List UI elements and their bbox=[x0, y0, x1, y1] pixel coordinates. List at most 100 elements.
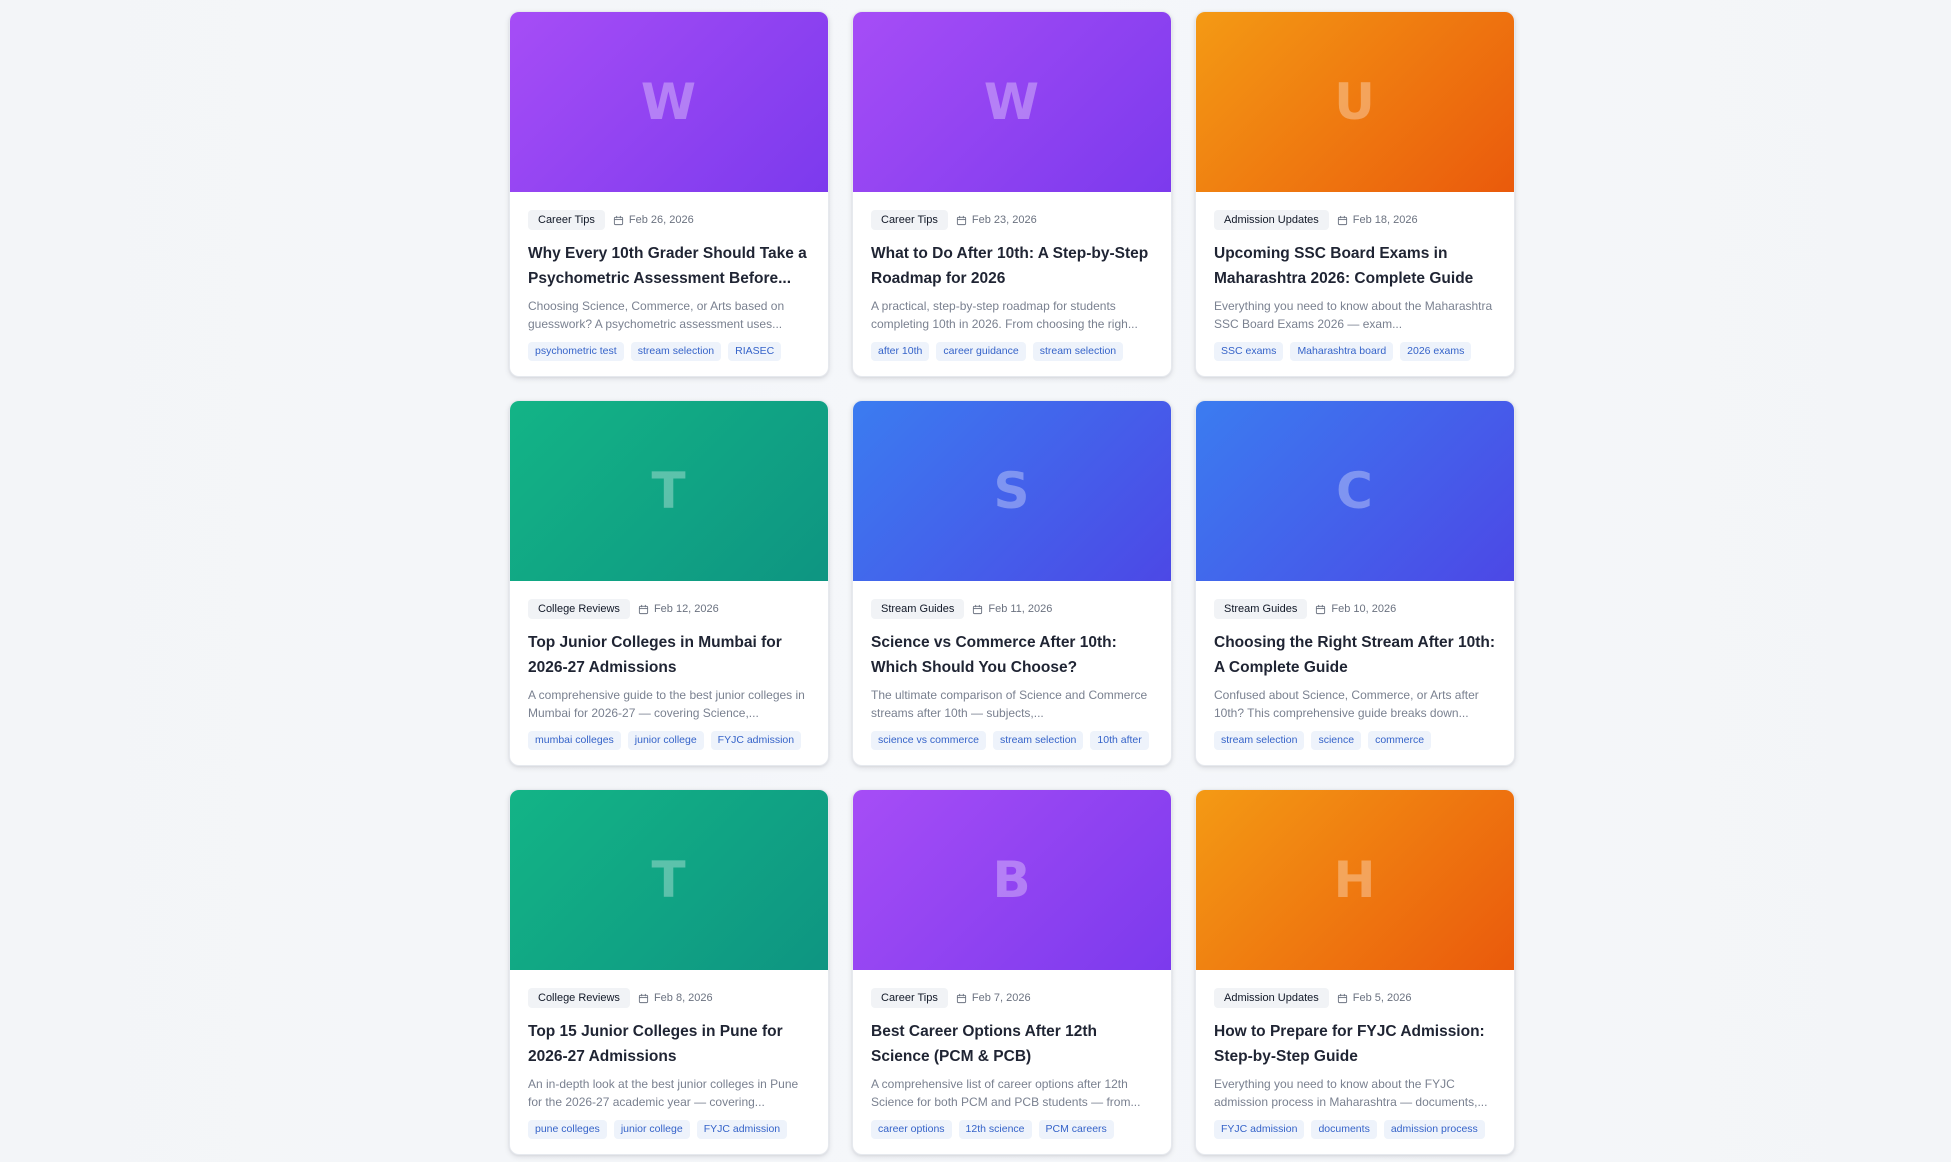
blog-post-card[interactable]: H Admission Updates Feb 5, 2026 How to P… bbox=[1195, 789, 1515, 1155]
post-thumbnail[interactable]: T bbox=[510, 401, 828, 581]
category-badge[interactable]: Stream Guides bbox=[871, 599, 965, 619]
post-title[interactable]: Best Career Options After 12th Science (… bbox=[871, 1019, 1153, 1069]
card-body: Admission Updates Feb 18, 2026 Upcoming … bbox=[1196, 192, 1514, 361]
post-title[interactable]: Upcoming SSC Board Exams in Maharashtra … bbox=[1214, 241, 1496, 291]
post-date-text: Feb 10, 2026 bbox=[1331, 603, 1397, 615]
blog-post-card[interactable]: S Stream Guides Feb 11, 2026 Science vs … bbox=[852, 400, 1172, 766]
post-date: Feb 11, 2026 bbox=[972, 603, 1052, 615]
blog-post-card[interactable]: W Career Tips Feb 23, 2026 What to Do Af… bbox=[852, 11, 1172, 377]
tag-chip[interactable]: admission process bbox=[1383, 1120, 1485, 1139]
post-title[interactable]: What to Do After 10th: A Step-by-Step Ro… bbox=[871, 241, 1153, 291]
card-body: College Reviews Feb 12, 2026 Top Junior … bbox=[510, 581, 828, 750]
tag-chip[interactable]: stream selection bbox=[992, 731, 1084, 750]
thumbnail-letter: B bbox=[992, 851, 1032, 909]
post-tags: science vs commerce stream selection 10th … bbox=[871, 731, 1153, 750]
post-thumbnail[interactable]: U bbox=[1196, 12, 1514, 192]
post-meta: Stream Guides Feb 10, 2026 bbox=[1214, 599, 1496, 619]
post-date: Feb 18, 2026 bbox=[1337, 214, 1418, 226]
post-date: Feb 10, 2026 bbox=[1315, 603, 1396, 615]
thumbnail-letter: W bbox=[983, 73, 1041, 131]
blog-post-card[interactable]: C Stream Guides Feb 10, 2026 Choosing th… bbox=[1195, 400, 1515, 766]
post-tags: pune colleges junior college FYJC admissio… bbox=[528, 1120, 810, 1139]
tag-chip[interactable]: stream selection bbox=[630, 342, 722, 361]
post-thumbnail[interactable]: S bbox=[853, 401, 1171, 581]
category-badge[interactable]: Career Tips bbox=[871, 210, 948, 230]
post-title[interactable]: Science vs Commerce After 10th: Which Sh… bbox=[871, 630, 1153, 680]
tag-chip[interactable]: junior college bbox=[627, 731, 704, 750]
category-badge[interactable]: Career Tips bbox=[528, 210, 605, 230]
blog-post-card[interactable]: B Career Tips Feb 7, 2026 Best Career Op… bbox=[852, 789, 1172, 1155]
tag-chip[interactable]: stream selection bbox=[1214, 731, 1305, 750]
post-date: Feb 26, 2026 bbox=[613, 214, 694, 226]
post-date: Feb 12, 2026 bbox=[638, 603, 719, 615]
tag-chip[interactable]: science bbox=[1311, 731, 1362, 750]
post-date-text: Feb 18, 2026 bbox=[1352, 214, 1418, 226]
tag-chip[interactable]: 2026 exams bbox=[1400, 342, 1472, 361]
tag-chip[interactable]: documents bbox=[1311, 1120, 1377, 1139]
post-tags: FYJC admission documents admission process bbox=[1214, 1120, 1496, 1139]
thumbnail-letter: U bbox=[1334, 73, 1376, 131]
tag-chip[interactable]: after 10th bbox=[871, 342, 930, 361]
post-thumbnail[interactable]: W bbox=[853, 12, 1171, 192]
category-badge[interactable]: Admission Updates bbox=[1214, 988, 1329, 1008]
post-date: Feb 8, 2026 bbox=[638, 992, 713, 1004]
tag-chip[interactable]: 10th after bbox=[1090, 731, 1149, 750]
tag-chip[interactable]: science vs commerce bbox=[871, 731, 986, 750]
tag-chip[interactable]: RIASEC bbox=[728, 342, 782, 361]
category-badge[interactable]: Stream Guides bbox=[1214, 599, 1308, 619]
thumbnail-letter: T bbox=[651, 851, 687, 909]
tag-chip[interactable]: commerce bbox=[1368, 731, 1432, 750]
calendar-icon bbox=[1337, 993, 1348, 1004]
post-thumbnail[interactable]: T bbox=[510, 790, 828, 970]
post-tags: mumbai colleges junior college FYJC admiss… bbox=[528, 731, 810, 750]
blog-post-card[interactable]: T College Reviews Feb 8, 2026 Top 15 Jun… bbox=[509, 789, 829, 1155]
post-title[interactable]: Choosing the Right Stream After 10th: A … bbox=[1214, 630, 1496, 680]
blog-post-card[interactable]: U Admission Updates Feb 18, 2026 Upcomin… bbox=[1195, 11, 1515, 377]
post-excerpt: An in-depth look at the best junior coll… bbox=[528, 1077, 799, 1109]
thumbnail-letter: H bbox=[1333, 851, 1377, 909]
tag-chip[interactable]: FYJC admission bbox=[710, 731, 802, 750]
tag-chip[interactable]: Maharashtra board bbox=[1290, 342, 1394, 361]
tag-chip[interactable]: PCM careers bbox=[1038, 1120, 1114, 1139]
tag-chip[interactable]: career options bbox=[871, 1120, 952, 1139]
post-title[interactable]: Top 15 Junior Colleges in Pune for 2026-… bbox=[528, 1019, 810, 1069]
tag-chip[interactable]: psychometric test bbox=[528, 342, 624, 361]
tag-chip[interactable]: mumbai colleges bbox=[528, 731, 621, 750]
post-excerpt: A practical, step-by-step roadmap for st… bbox=[871, 299, 1138, 331]
category-badge[interactable]: Admission Updates bbox=[1214, 210, 1329, 230]
post-meta: Career Tips Feb 23, 2026 bbox=[871, 210, 1153, 230]
blog-post-card[interactable]: T College Reviews Feb 12, 2026 Top Junio… bbox=[509, 400, 829, 766]
post-thumbnail[interactable]: W bbox=[510, 12, 828, 192]
post-title[interactable]: Why Every 10th Grader Should Take a Psyc… bbox=[528, 241, 810, 291]
post-thumbnail[interactable]: C bbox=[1196, 401, 1514, 581]
tag-chip[interactable]: 12th science bbox=[958, 1120, 1032, 1139]
tag-chip[interactable]: FYJC admission bbox=[696, 1120, 788, 1139]
category-badge[interactable]: College Reviews bbox=[528, 988, 630, 1008]
card-body: Stream Guides Feb 10, 2026 Choosing the … bbox=[1196, 581, 1514, 750]
post-title[interactable]: Top Junior Colleges in Mumbai for 2026-2… bbox=[528, 630, 810, 680]
blog-post-card[interactable]: W Career Tips Feb 26, 2026 Why Every 10t… bbox=[509, 11, 829, 377]
post-excerpt: A comprehensive list of career options a… bbox=[871, 1077, 1141, 1109]
post-date-text: Feb 26, 2026 bbox=[628, 214, 694, 226]
post-meta: College Reviews Feb 8, 2026 bbox=[528, 988, 810, 1008]
card-body: Career Tips Feb 7, 2026 Best Career Opti… bbox=[853, 970, 1171, 1139]
category-badge[interactable]: College Reviews bbox=[528, 599, 630, 619]
post-thumbnail[interactable]: B bbox=[853, 790, 1171, 970]
tag-chip[interactable]: SSC exams bbox=[1214, 342, 1284, 361]
post-date-text: Feb 23, 2026 bbox=[971, 214, 1037, 226]
thumbnail-letter: S bbox=[993, 462, 1031, 520]
tag-chip[interactable]: pune colleges bbox=[528, 1120, 607, 1139]
post-thumbnail[interactable]: H bbox=[1196, 790, 1514, 970]
card-body: Admission Updates Feb 5, 2026 How to Pre… bbox=[1196, 970, 1514, 1139]
category-badge[interactable]: Career Tips bbox=[871, 988, 948, 1008]
post-excerpt: Everything you need to know about the FY… bbox=[1214, 1077, 1488, 1109]
post-title[interactable]: How to Prepare for FYJC Admission: Step-… bbox=[1214, 1019, 1496, 1069]
post-date-text: Feb 12, 2026 bbox=[653, 603, 719, 615]
tag-chip[interactable]: stream selection bbox=[1032, 342, 1124, 361]
post-tags: after 10th career guidance stream selectio… bbox=[871, 342, 1153, 361]
calendar-icon bbox=[1337, 215, 1348, 226]
post-meta: College Reviews Feb 12, 2026 bbox=[528, 599, 810, 619]
tag-chip[interactable]: FYJC admission bbox=[1214, 1120, 1305, 1139]
tag-chip[interactable]: career guidance bbox=[936, 342, 1026, 361]
tag-chip[interactable]: junior college bbox=[613, 1120, 690, 1139]
